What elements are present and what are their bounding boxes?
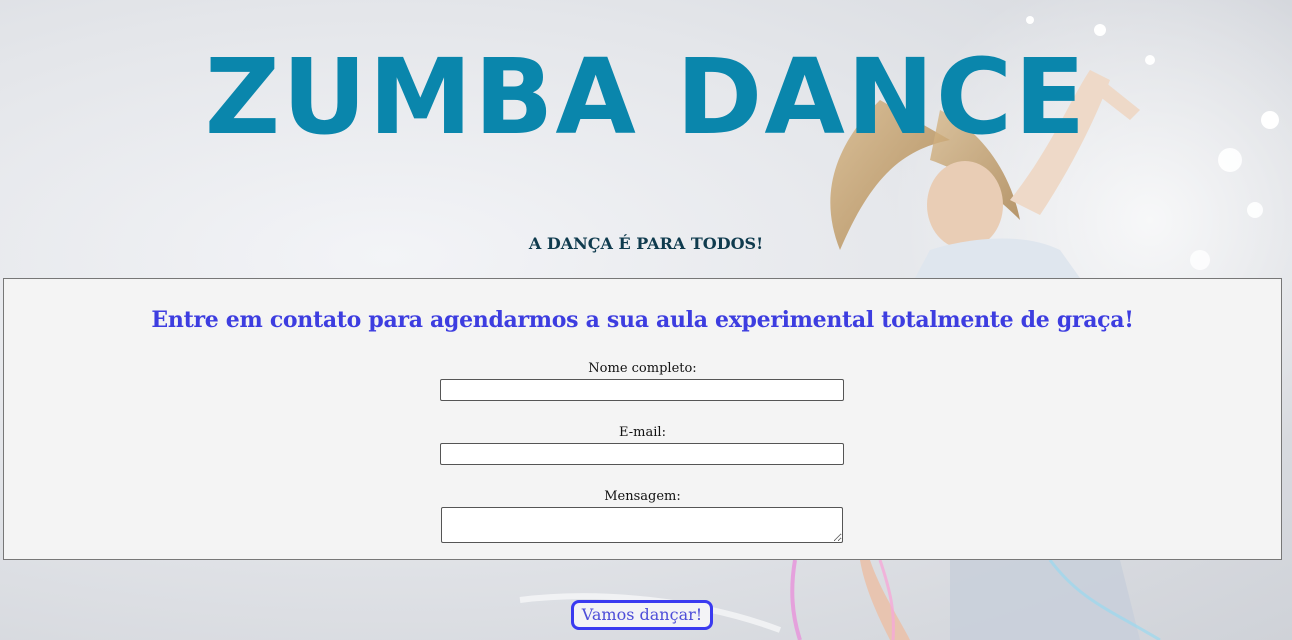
submit-button[interactable]: Vamos dançar! [571,600,713,630]
contact-heading: Entre em contato para agendarmos a sua a… [151,307,1134,333]
message-textarea[interactable] [441,507,843,543]
email-input[interactable] [440,443,844,465]
email-label: E-mail: [619,425,666,440]
page-tagline: A DANÇA É PARA TODOS! [528,234,764,253]
message-textarea-wrapper [441,507,843,545]
page-title: ZUMBA DANCE [204,36,1088,158]
full-name-label: Nome completo: [588,361,697,376]
contact-form: Entre em contato para agendarmos a sua a… [3,278,1282,560]
message-label: Mensagem: [604,489,681,504]
full-name-input[interactable] [440,379,844,401]
